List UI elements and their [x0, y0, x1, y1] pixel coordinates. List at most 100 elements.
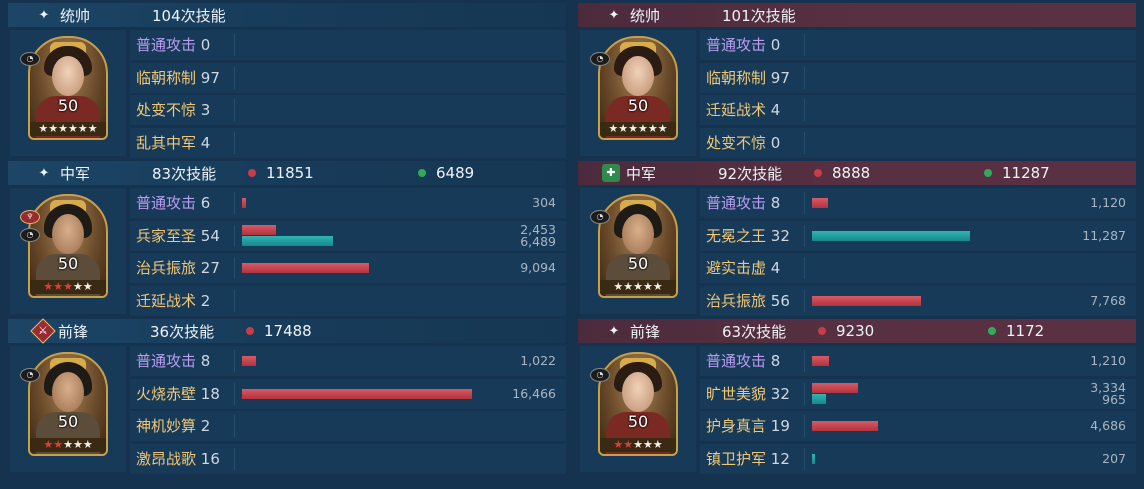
damage-total: 8888 [814, 164, 984, 182]
skill-row[interactable]: 处变不惊 3 [130, 95, 566, 125]
row-divider [234, 350, 235, 372]
skill-values: 2,453 6,489 [520, 223, 556, 248]
skill-count: 83次技能 [152, 164, 217, 183]
skill-cast-count: 56 [770, 291, 790, 310]
damage-total: 9230 [818, 322, 988, 340]
skill-row[interactable]: 旷世美貌 32 3,334 965 [700, 378, 1136, 409]
skill-row[interactable]: 迁延战术 4 [700, 95, 1136, 125]
damage-amount: 7,768 [1090, 292, 1126, 308]
heal-total: 1172 [988, 322, 1044, 340]
skill-values: 1,120 [1090, 196, 1126, 209]
skill-name: 迁延战术 4 [706, 95, 780, 125]
row-divider [234, 447, 235, 470]
skill-list: 普通攻击 0 临朝称制 97 处变不惊 3 乱其中军 4 [130, 30, 566, 160]
star-icon: ★ [618, 122, 629, 135]
row-divider [234, 99, 235, 121]
star-icon: ★ [657, 122, 668, 135]
hero-card[interactable]: 50 ★★★★★ ♆ ◔ [10, 188, 126, 314]
shield-icon: ✚ [602, 164, 620, 182]
star-icon: ★ [638, 122, 648, 135]
skill-row[interactable]: 普通攻击 0 [130, 30, 566, 60]
hero-level: 50 [57, 412, 79, 431]
hero-header: ✦ 统帅 104次技能 [8, 3, 566, 27]
skill-cast-count: 0 [770, 36, 781, 54]
skill-label: 治兵振旅 [706, 291, 767, 310]
skill-bars [242, 30, 482, 60]
heal-bar [242, 235, 333, 246]
skill-cast-count: 97 [770, 68, 790, 87]
star-rating: ★★★★★★ [30, 122, 106, 136]
skill-row[interactable]: 普通攻击 6 304 [130, 188, 566, 218]
skill-name: 避实击虚 4 [706, 253, 780, 283]
row-divider [234, 257, 235, 279]
skill-cast-count: 32 [770, 384, 790, 403]
hero-card[interactable]: 50 ★★★★★★ ◔ [580, 30, 696, 156]
skill-row[interactable]: 临朝称制 97 [130, 62, 566, 93]
skill-name: 处变不惊 3 [136, 95, 210, 125]
skill-label: 兵家至圣 [136, 226, 197, 245]
hero-card[interactable]: 50 ★★★★★★ ◔ [10, 30, 126, 156]
hero-header: ✦ 中军 83次技能 11851 6489 [8, 161, 566, 185]
star-icon: ★ [43, 280, 54, 293]
skill-row[interactable]: 激昂战歌 16 [130, 443, 566, 474]
skill-bars [242, 221, 482, 251]
skill-name: 治兵振旅 56 [706, 286, 790, 316]
hero-header: ⚔ 前锋 36次技能 17488 [8, 318, 566, 344]
skill-bars [812, 63, 1052, 93]
heal-bar [812, 453, 815, 464]
skill-cast-count: 8 [770, 352, 781, 370]
hero-card[interactable]: 50 ★★★★★ ◔ [580, 188, 696, 314]
skill-list: 普通攻击 0 临朝称制 97 迁延战术 4 处变不惊 0 [700, 30, 1136, 160]
skill-name: 护身真言 19 [706, 411, 790, 441]
mask-badge-icon: ◔ [20, 228, 40, 242]
skill-row[interactable]: 迁延战术 2 [130, 285, 566, 316]
skill-bars [242, 411, 482, 441]
skill-name: 乱其中军 4 [136, 128, 210, 158]
skill-list: 普通攻击 8 1,210 旷世美貌 32 3,334 965 护身真言 19 4,686 镇卫… [700, 346, 1136, 476]
skill-bars [812, 128, 1052, 158]
skill-label: 迁延战术 [706, 101, 767, 119]
skill-count: 92次技能 [718, 164, 783, 183]
heal-bar [812, 393, 826, 404]
skill-row[interactable]: 乱其中军 4 [130, 127, 566, 158]
skill-count: 101次技能 [722, 6, 796, 25]
hero-level: 50 [627, 412, 649, 431]
heal-amount: 965 [1102, 391, 1126, 407]
skill-bars [812, 188, 1052, 218]
star-icon: ★ [652, 438, 663, 451]
skill-label: 旷世美貌 [706, 384, 767, 403]
skill-row[interactable]: 治兵振旅 56 7,768 [700, 285, 1136, 316]
hero-card[interactable]: 50 ★★★★★ ◔ [580, 346, 696, 472]
skill-row[interactable]: 兵家至圣 54 2,453 6,489 [130, 220, 566, 251]
row-divider [234, 66, 235, 89]
skill-row[interactable]: 镇卫护军 12 207 [700, 443, 1136, 474]
skill-label: 镇卫护军 [706, 449, 767, 468]
row-divider [804, 131, 805, 154]
skill-name: 处变不惊 0 [706, 128, 780, 158]
skill-row[interactable]: 处变不惊 0 [700, 127, 1136, 158]
star-icon: ★ [642, 280, 653, 293]
skill-bars [812, 286, 1052, 316]
skill-row[interactable]: 普通攻击 8 1,210 [700, 346, 1136, 376]
damage-bar [812, 356, 830, 366]
skill-row[interactable]: 火烧赤壁 18 16,466 [130, 378, 566, 409]
skill-row[interactable]: 无冕之王 32 11,287 [700, 220, 1136, 251]
skill-row[interactable]: 普通攻击 0 [700, 30, 1136, 60]
hero-portrait: 50 ★★★★★ [28, 352, 108, 456]
portrait-face [52, 56, 84, 96]
skill-row[interactable]: 治兵振旅 27 9,094 [130, 253, 566, 283]
role-label: 前锋 [58, 322, 89, 341]
skill-row[interactable]: 避实击虚 4 [700, 253, 1136, 283]
skill-row[interactable]: 神机妙算 2 [130, 411, 566, 441]
skill-row[interactable]: 临朝称制 97 [700, 62, 1136, 93]
row-divider [804, 289, 805, 312]
damage-dot-icon [818, 327, 826, 335]
skill-row[interactable]: 护身真言 19 4,686 [700, 411, 1136, 441]
hero-header: ✦ 前锋 63次技能 9230 1172 [578, 319, 1136, 343]
skill-row[interactable]: 普通攻击 8 1,022 [130, 346, 566, 376]
hero-level: 50 [627, 96, 649, 115]
damage-dot-icon [248, 169, 256, 177]
hero-portrait: 50 ★★★★★★ [598, 36, 678, 140]
hero-card[interactable]: 50 ★★★★★ ◔ [10, 346, 126, 472]
skill-row[interactable]: 普通攻击 8 1,120 [700, 188, 1136, 218]
